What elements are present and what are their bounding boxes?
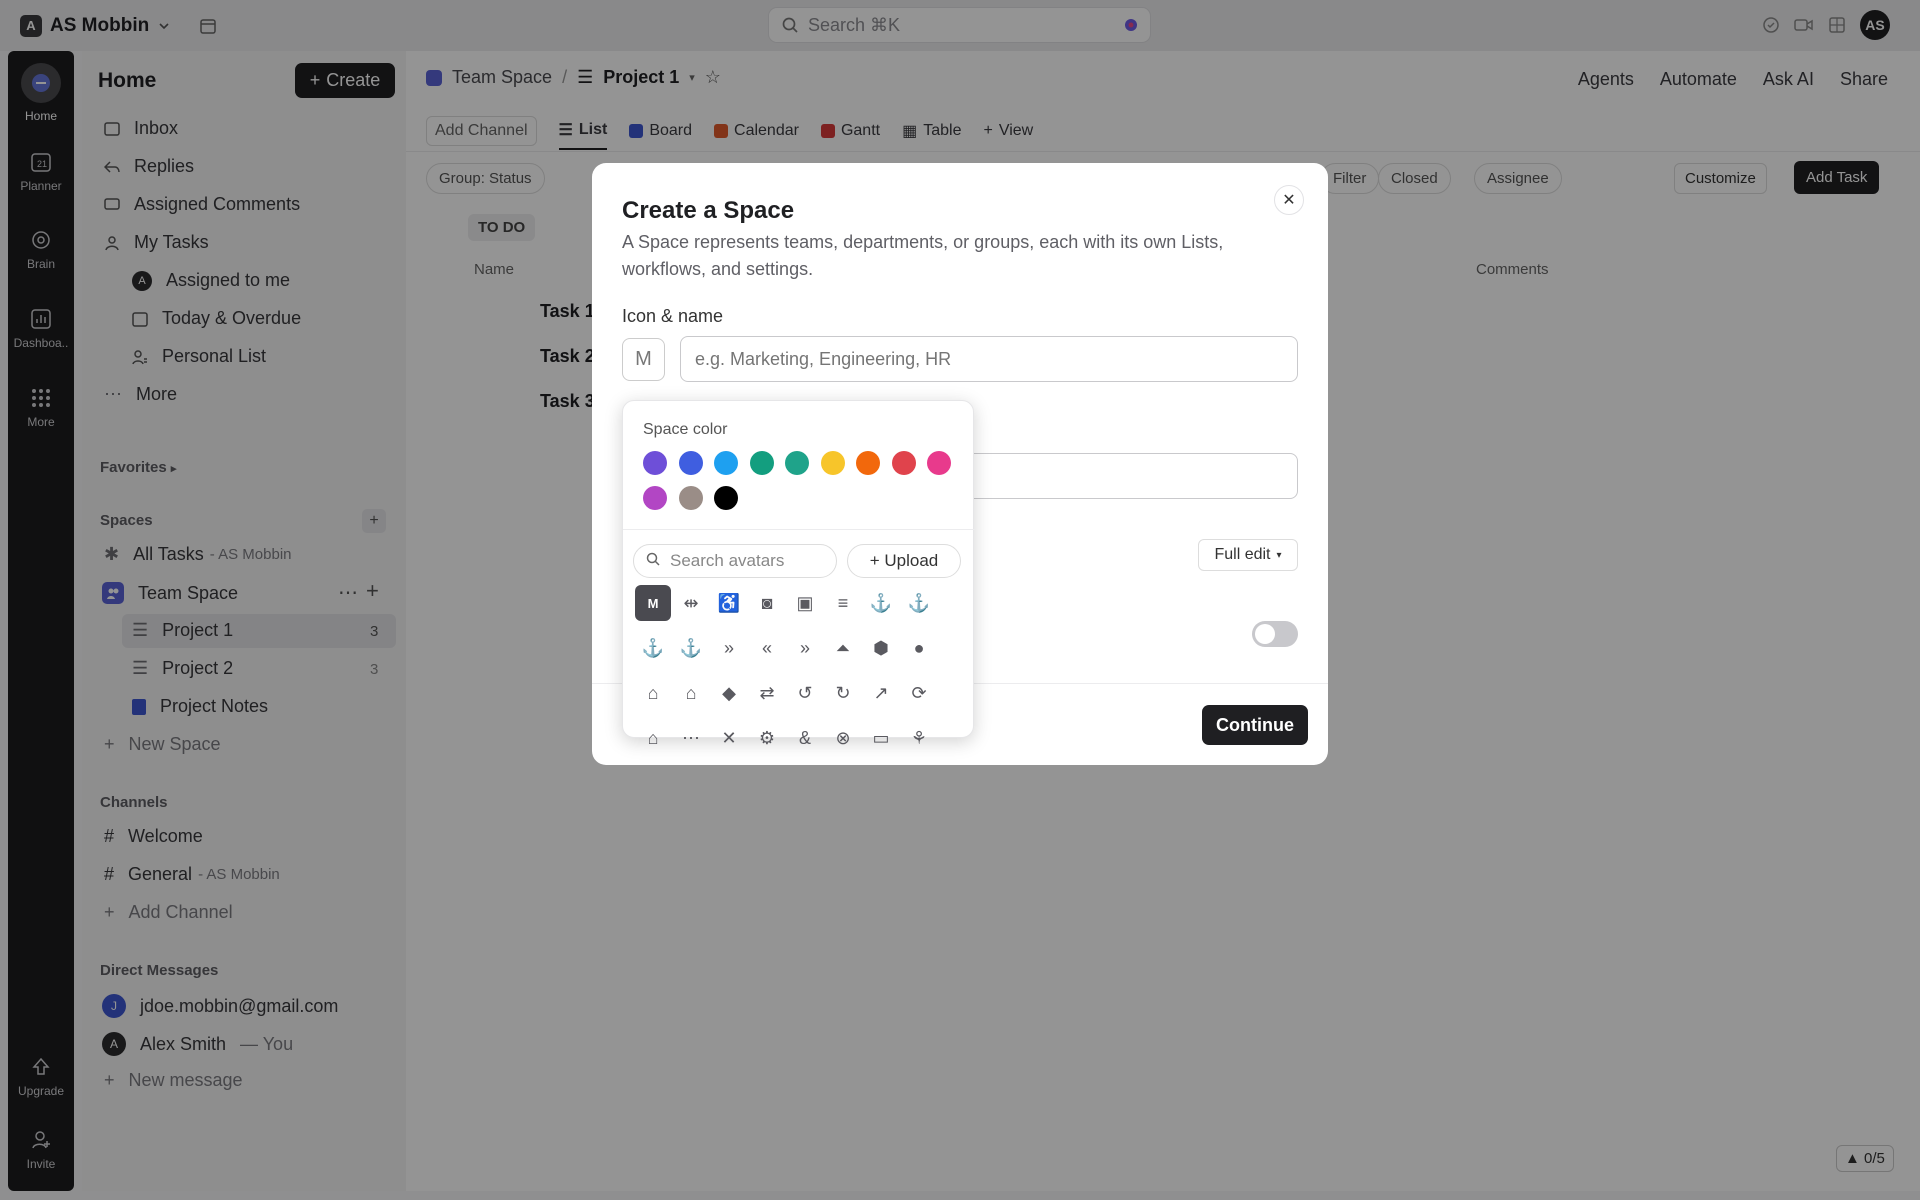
avatar-option-icon[interactable]: ⚘ <box>901 720 937 756</box>
avatar-option-icon[interactable]: ⌂ <box>635 675 671 711</box>
icon-name-label: Icon & name <box>622 306 724 326</box>
avatar-option-icon[interactable]: ⌂ <box>635 720 671 756</box>
avatar-option-icon[interactable]: & <box>787 720 823 756</box>
color-swatch[interactable] <box>891 451 916 475</box>
permission-value: Full edit <box>1214 546 1271 563</box>
avatar-option-icon[interactable]: ⋯ <box>673 720 709 756</box>
continue-button[interactable]: Continue <box>1202 705 1308 745</box>
color-swatch[interactable] <box>820 451 845 475</box>
avatar-option-icon[interactable]: ⚓ <box>863 585 899 621</box>
avatar-option-icon[interactable]: ⊗ <box>825 720 861 756</box>
avatar-option-icon[interactable]: ⌂ <box>673 675 709 711</box>
avatar-option-icon[interactable]: ◙ <box>749 585 785 621</box>
close-button[interactable]: ✕ <box>1274 185 1304 215</box>
avatar-option-icon[interactable]: « <box>749 630 785 666</box>
avatar-option-icon[interactable]: ⇄ <box>749 675 785 711</box>
avatar-icon-grid: M ⇹ ♿ ◙ ▣ ≡ ⚓ ⚓ ⚓ ⚓» «» ⏶ ⬢ ● ⌂ ⌂ ◆ ⇄ ↺ ↻ ↗ ⟳ ⌂ ⋯ ✕ ⚙ & ⊗ ▭ ⚘ <box>635 585 965 756</box>
avatar-option-icon[interactable]: ↺ <box>787 675 823 711</box>
color-swatch[interactable] <box>678 486 703 510</box>
avatar-option-icon[interactable]: ↗ <box>863 675 899 711</box>
avatar-search-input[interactable]: Search avatars <box>633 544 837 578</box>
color-swatch[interactable] <box>714 486 738 510</box>
popover-divider <box>623 529 975 530</box>
color-swatch[interactable] <box>714 451 738 475</box>
avatar-option-icon[interactable]: ✕ <box>711 720 747 756</box>
avatar-option-icon[interactable]: ◆ <box>711 675 747 711</box>
avatar-option-icon[interactable]: ≡ <box>825 585 861 621</box>
search-placeholder: Search avatars <box>670 551 785 570</box>
close-icon: ✕ <box>1282 192 1296 209</box>
avatar-option-icon[interactable]: ⚓ <box>673 630 709 666</box>
avatar-option-icon[interactable]: ⟳ <box>901 675 937 711</box>
color-swatches <box>643 451 963 510</box>
avatar-option-icon[interactable]: ⇹ <box>673 585 709 621</box>
avatar-option-icon[interactable]: » <box>787 630 823 666</box>
avatar-option-icon[interactable]: » <box>711 630 747 666</box>
color-swatch[interactable] <box>856 451 880 475</box>
private-toggle[interactable] <box>1252 621 1298 647</box>
avatar-option-icon[interactable]: ⚓ <box>901 585 937 621</box>
avatar-option-icon[interactable]: ⚓ <box>635 630 671 666</box>
color-swatch[interactable] <box>643 451 667 475</box>
search-icon <box>646 551 660 571</box>
avatar-option-icon[interactable]: ⏶ <box>825 630 861 666</box>
avatar-option-icon[interactable]: ▭ <box>863 720 899 756</box>
color-swatch[interactable] <box>927 451 951 475</box>
avatar-option-icon[interactable]: ● <box>901 630 937 666</box>
avatar-option-icon[interactable]: ♿ <box>711 585 747 621</box>
avatar-option-icon[interactable]: ▣ <box>787 585 823 621</box>
permission-dropdown[interactable]: Full edit ▾ <box>1198 539 1298 571</box>
avatar-option-icon[interactable]: ⬢ <box>863 630 899 666</box>
upload-button[interactable]: + Upload <box>847 544 961 578</box>
space-name-input[interactable] <box>680 336 1298 382</box>
color-swatch[interactable] <box>643 486 667 510</box>
toggle-knob <box>1255 624 1275 644</box>
color-swatch[interactable] <box>749 451 774 475</box>
color-swatch[interactable] <box>785 451 809 475</box>
space-color-label: Space color <box>643 421 728 438</box>
modal-title: Create a Space <box>622 197 795 224</box>
chevron-down-icon: ▾ <box>1276 549 1282 561</box>
color-swatch[interactable] <box>678 451 703 475</box>
avatar-option-icon[interactable]: ⚙ <box>749 720 785 756</box>
avatar-option-icon[interactable]: ↻ <box>825 675 861 711</box>
modal-description: A Space represents teams, departments, o… <box>622 232 1224 279</box>
icon-color-popover: Space color Search avatars + Upload M ⇹ ♿ ◙… <box>622 400 975 748</box>
avatar-option-selected[interactable]: M <box>635 585 671 621</box>
space-icon-picker[interactable]: M <box>622 338 665 381</box>
